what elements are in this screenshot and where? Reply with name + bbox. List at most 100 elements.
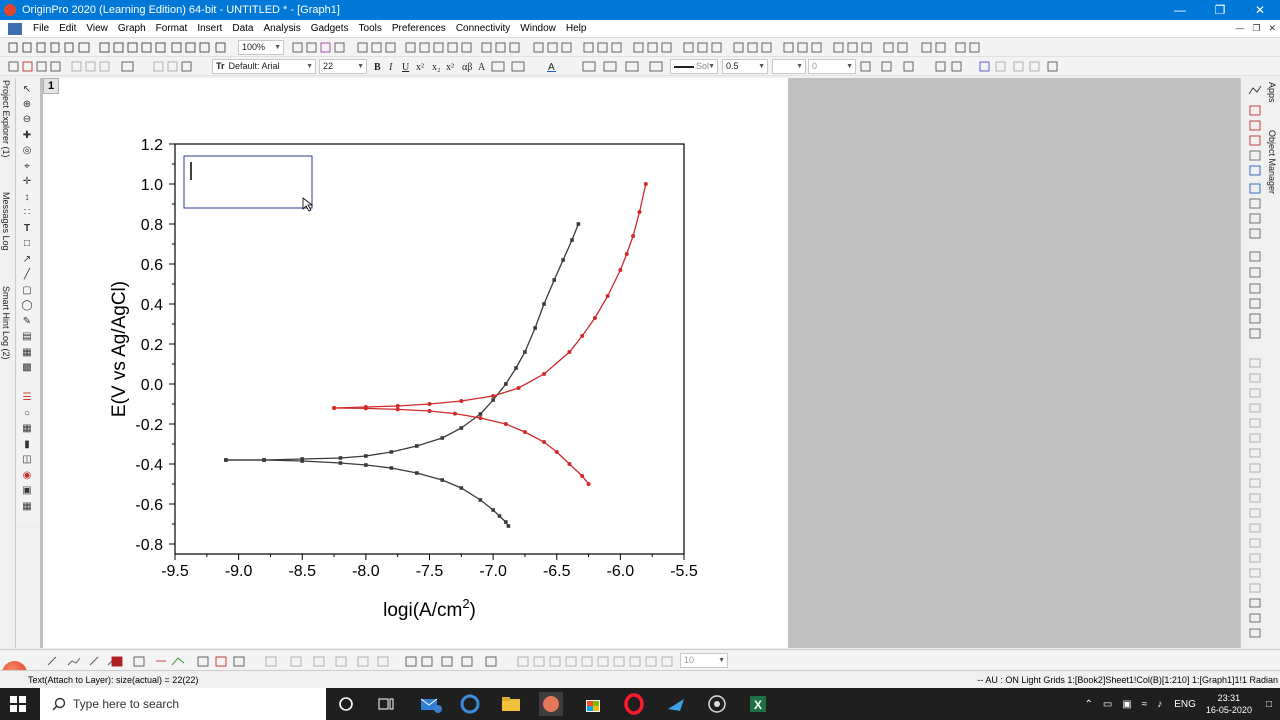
- standard-toolbar-icons[interactable]: [8, 42, 238, 53]
- taskbar-search-box[interactable]: Type here to search: [40, 688, 326, 720]
- line-width-combo[interactable]: 0.5 ▼: [722, 59, 768, 74]
- line-style-combo[interactable]: Sol ▼: [670, 59, 718, 74]
- format-toolbar-icons-right[interactable]: [860, 61, 1070, 72]
- color-toolbar-icons[interactable]: [582, 61, 672, 72]
- excel-icon[interactable]: X: [746, 692, 770, 716]
- layer-number-tag[interactable]: 1: [43, 78, 59, 94]
- bottom-value-combo[interactable]: 10 ▼: [680, 653, 728, 668]
- format-toolbar-icons-left[interactable]: [8, 61, 208, 72]
- layer-icon[interactable]: ▩: [21, 362, 33, 373]
- menu-insert[interactable]: Insert: [192, 23, 227, 34]
- text-format-icons[interactable]: BIU x² x₂ x² αβ A A: [372, 61, 572, 72]
- menu-graph[interactable]: Graph: [113, 23, 151, 34]
- menu-edit[interactable]: Edit: [54, 23, 81, 34]
- line-width-value: 0.5: [726, 61, 739, 71]
- insert-graph-icon[interactable]: ▤: [21, 331, 33, 342]
- chevron-down-icon: ▼: [718, 657, 725, 664]
- sheet-icon[interactable]: ▦: [21, 501, 33, 512]
- data-point: [514, 366, 518, 370]
- table-icon[interactable]: ▦: [21, 423, 33, 434]
- network-icon[interactable]: ▣: [1122, 699, 1131, 710]
- close-button[interactable]: ✕: [1240, 3, 1280, 17]
- menu-analysis[interactable]: Analysis: [258, 23, 305, 34]
- clock[interactable]: 23:31 16-05-2020: [1206, 692, 1252, 716]
- graph-type-icons[interactable]: [1247, 84, 1263, 644]
- screen-reader-icon[interactable]: ✛: [21, 176, 33, 187]
- menu-data[interactable]: Data: [227, 23, 258, 34]
- rectangle-tool-icon[interactable]: □: [21, 238, 33, 249]
- insert-image-icon[interactable]: ▦: [21, 347, 33, 358]
- graph-window-icon[interactable]: [8, 22, 22, 35]
- data-reader-icon[interactable]: ⌖: [21, 161, 33, 172]
- cortana-icon[interactable]: [334, 692, 358, 716]
- store-icon[interactable]: [581, 692, 605, 716]
- tab-object-manager[interactable]: Object Manager: [1267, 130, 1277, 194]
- move-tool-icon[interactable]: ✚: [21, 130, 33, 141]
- menu-connectivity[interactable]: Connectivity: [451, 23, 515, 34]
- menu-view[interactable]: View: [81, 23, 113, 34]
- pen-tool-icon[interactable]: ✎: [21, 316, 33, 327]
- graph-canvas[interactable]: -9.5 -9.0 -8.5 -8.0 -7.5 -7.0 -6.5 -6.0 -5.5 1.2 1…: [43, 78, 788, 648]
- menu-file[interactable]: File: [28, 23, 54, 34]
- color-scale-icon[interactable]: ☰: [21, 392, 33, 403]
- menu-tools[interactable]: Tools: [354, 23, 387, 34]
- menu-gadgets[interactable]: Gadgets: [306, 23, 354, 34]
- mdi-restore-icon[interactable]: ❐: [1252, 23, 1260, 34]
- edge-icon[interactable]: [458, 692, 482, 716]
- mail-icon[interactable]: [418, 692, 442, 716]
- menu-help[interactable]: Help: [561, 23, 592, 34]
- chevron-up-icon[interactable]: ⌃: [1084, 699, 1092, 710]
- line-tool-icon[interactable]: ╱: [21, 269, 33, 280]
- menu-preferences[interactable]: Preferences: [387, 23, 451, 34]
- pattern-combo[interactable]: ▼: [772, 59, 806, 74]
- zoom-combo[interactable]: 100% ▼: [238, 40, 284, 55]
- region-tool-icon[interactable]: ◯: [21, 300, 33, 311]
- text-tool-icon[interactable]: T: [21, 223, 33, 234]
- menu-format[interactable]: Format: [151, 23, 193, 34]
- window-icon[interactable]: ▣: [21, 485, 33, 496]
- tab-messages-log[interactable]: Messages Log: [1, 192, 11, 251]
- windows-start-icon[interactable]: [10, 696, 26, 712]
- graph-toolbar-icons[interactable]: [292, 42, 992, 53]
- zoom-tool-icon[interactable]: ⊕: [21, 99, 33, 110]
- task-view-icon[interactable]: [374, 692, 398, 716]
- maximize-button[interactable]: ❐: [1200, 3, 1240, 17]
- mdi-minimize-icon[interactable]: —: [1235, 23, 1244, 34]
- data-point: [554, 450, 559, 454]
- legend-icon[interactable]: ○: [21, 408, 33, 419]
- tab-smart-hint-log[interactable]: Smart Hint Log (2): [1, 286, 11, 360]
- menu-window[interactable]: Window: [515, 23, 561, 34]
- minimize-button[interactable]: —: [1160, 3, 1200, 17]
- plot-toolbar-icons[interactable]: [46, 655, 676, 667]
- language-indicator[interactable]: ENG: [1174, 699, 1196, 710]
- settings-icon[interactable]: [705, 692, 729, 716]
- notification-icon[interactable]: □: [1266, 699, 1272, 710]
- wifi-icon[interactable]: ≈: [1142, 699, 1148, 710]
- opera-icon[interactable]: [622, 692, 646, 716]
- font-combo[interactable]: Tr Default: Arial ▼: [212, 59, 316, 74]
- bar-icon[interactable]: ▮: [21, 439, 33, 450]
- volume-icon[interactable]: ♪: [1157, 699, 1162, 710]
- target-icon[interactable]: ◉: [21, 470, 33, 481]
- file-explorer-icon[interactable]: [499, 692, 523, 716]
- graph-page[interactable]: -9.5 -9.0 -8.5 -8.0 -7.5 -7.0 -6.5 -6.0 -5.5 1.2 1…: [43, 78, 788, 648]
- shape-tool-icon[interactable]: ▢: [21, 285, 33, 296]
- tab-apps[interactable]: Apps: [1267, 82, 1277, 103]
- bottom-value: 10: [684, 655, 695, 665]
- font-size-combo[interactable]: 22 ▼: [319, 59, 367, 74]
- grid-icon[interactable]: ◫: [21, 454, 33, 465]
- tab-project-explorer[interactable]: Project Explorer (1): [1, 80, 11, 158]
- zoom-out-tool-icon[interactable]: ⊖: [21, 114, 33, 125]
- pointer-tool-icon[interactable]: ↖: [21, 84, 33, 95]
- battery-icon[interactable]: ▭: [1103, 699, 1112, 710]
- data-point: [637, 210, 642, 214]
- arrow-tool-icon[interactable]: ↗: [21, 254, 33, 265]
- data-point: [567, 462, 572, 466]
- rotate-tool-icon[interactable]: ◎: [21, 145, 33, 156]
- mdi-close-icon[interactable]: ✕: [1268, 23, 1276, 34]
- value-combo[interactable]: 0 ▼: [808, 59, 856, 74]
- app-icon[interactable]: [664, 692, 688, 716]
- mask-tool-icon[interactable]: ∷: [21, 207, 33, 218]
- data-selector-icon[interactable]: ↕: [21, 192, 33, 203]
- origin-taskbar-icon[interactable]: [539, 692, 563, 716]
